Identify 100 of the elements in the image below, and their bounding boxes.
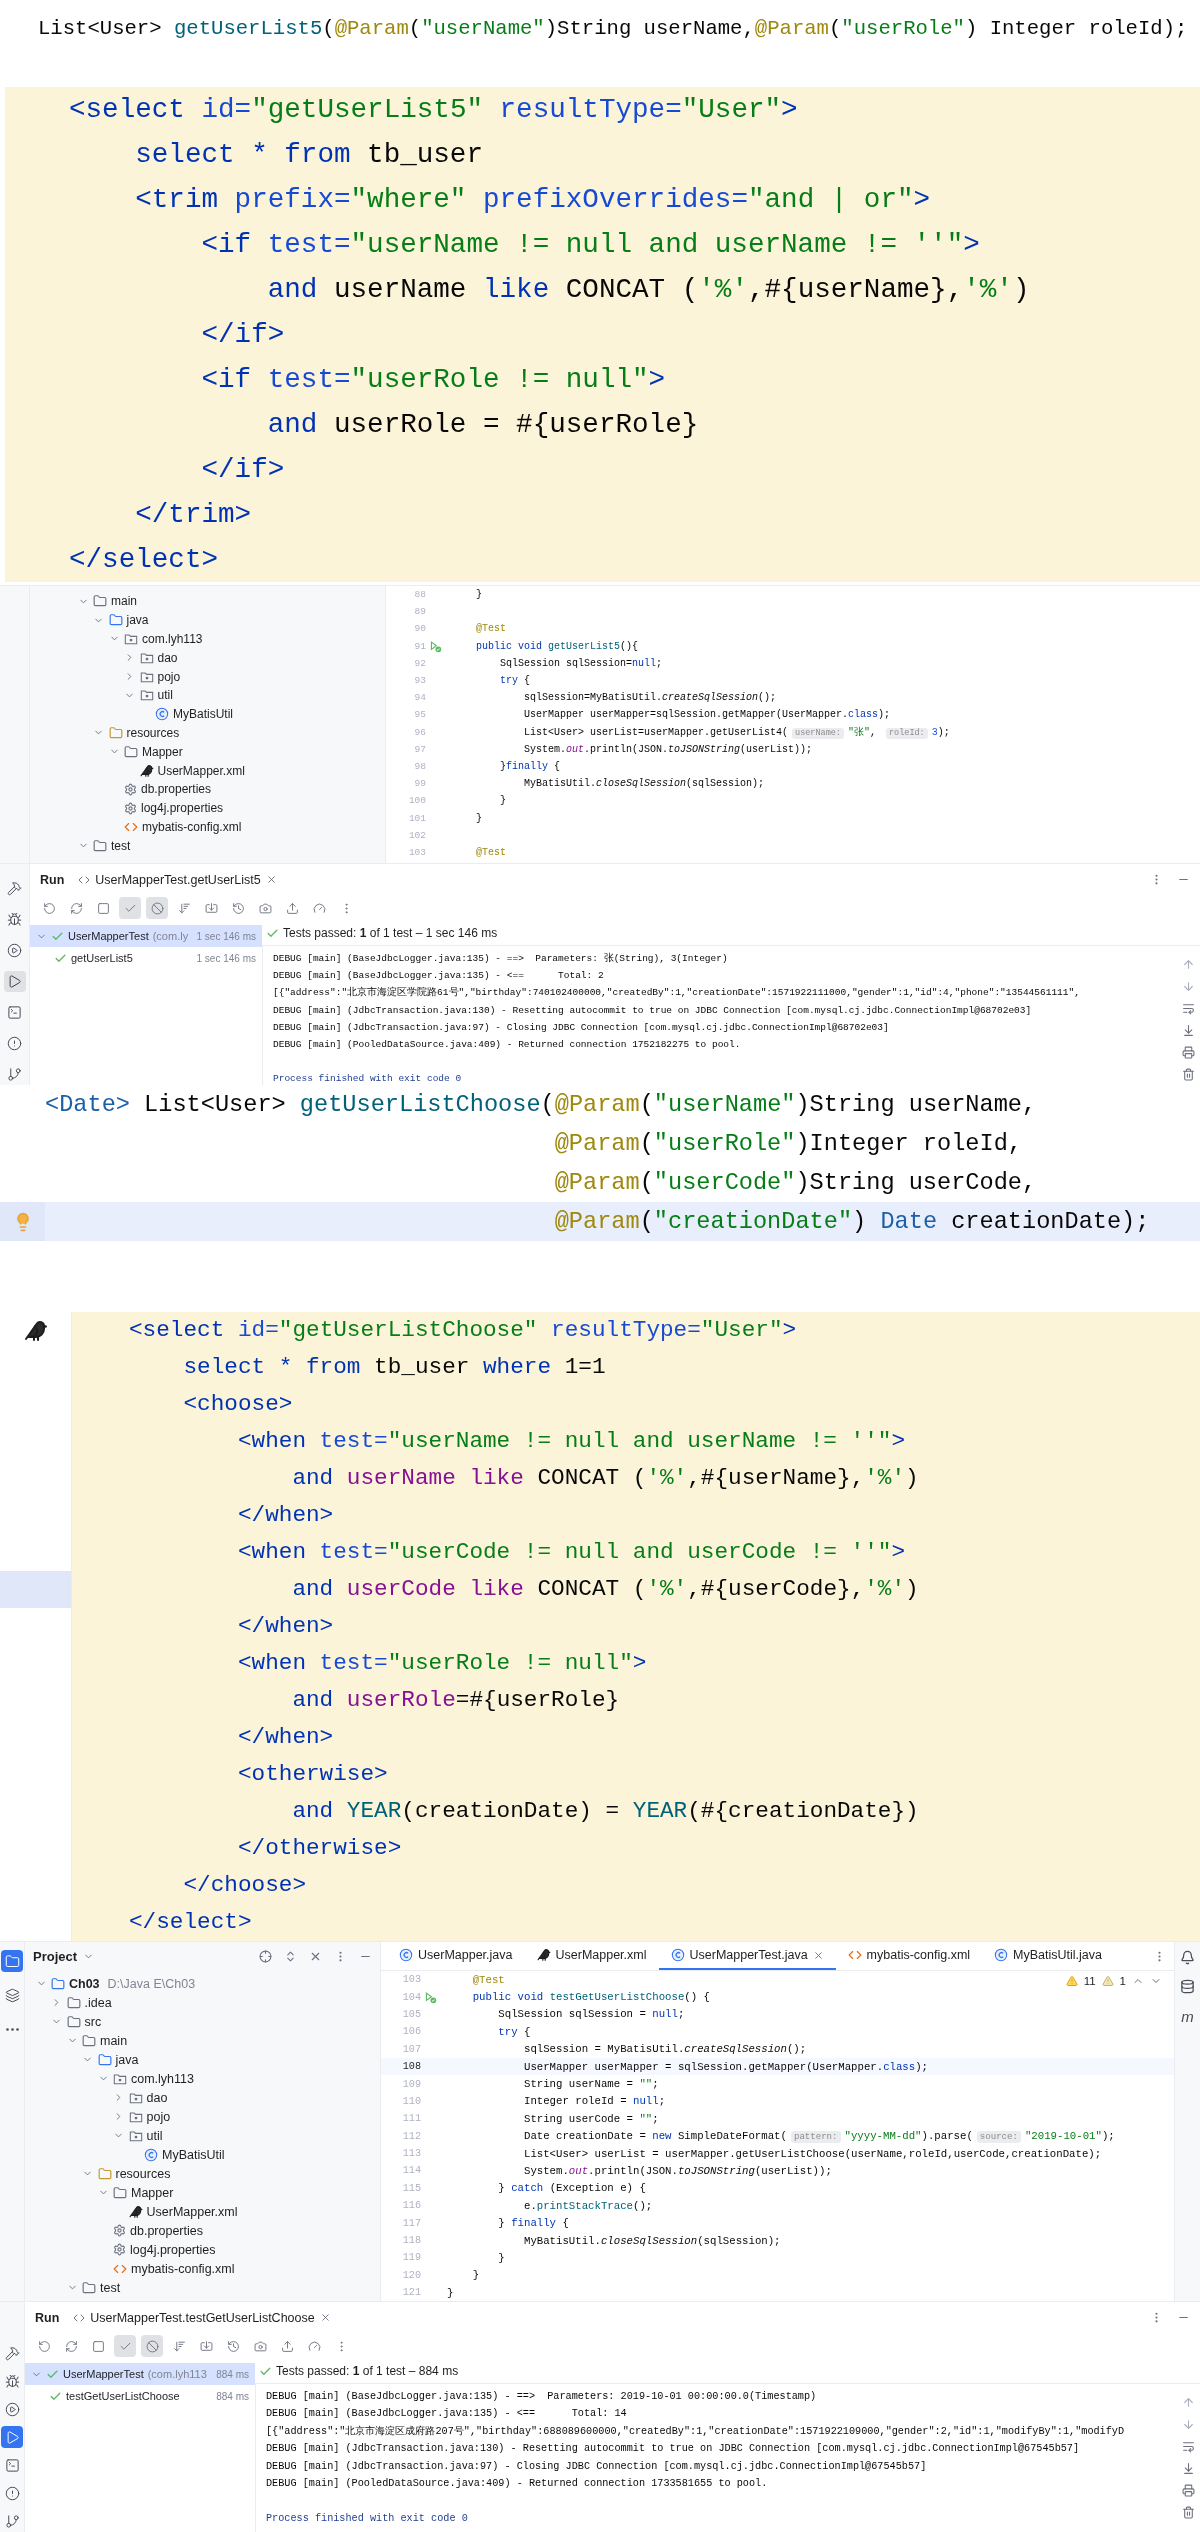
- line-number: 117: [401, 2217, 421, 2229]
- history-icon: [231, 901, 245, 915]
- tree-item-label[interactable]: MyBatisUtil: [173, 707, 233, 722]
- run-tab[interactable]: UserMapperTest.getUserList5: [78, 872, 277, 887]
- warning-count[interactable]: 1: [1119, 1975, 1126, 1987]
- tree-item-label[interactable]: test: [100, 2280, 121, 2295]
- console-line: DEBUG [main] (BaseJdbcLogger.java:135) - ==> Parameters: 2019-10-01 00:00:00.0(Timestamp): [266, 2390, 817, 2404]
- line-number: 104: [401, 1991, 421, 2003]
- camera-icon: [253, 2339, 267, 2353]
- tree-item-label[interactable]: main: [111, 594, 137, 609]
- line-number: 101: [407, 812, 426, 824]
- wrap-icon[interactable]: [1181, 1002, 1195, 1015]
- gear-icon: [124, 801, 137, 815]
- tree-item-label[interactable]: src: [84, 2014, 102, 2029]
- alert-circle-icon: [7, 1036, 22, 1051]
- tree-item-label[interactable]: mybatis-config.xml: [142, 819, 242, 834]
- tool-window-label[interactable]: m: [1181, 2008, 1194, 2025]
- console-line: Process finished with exit code 0: [266, 2511, 468, 2526]
- warning-icon[interactable]: [1101, 1975, 1114, 1987]
- tree-item-label[interactable]: pojo: [146, 2109, 171, 2124]
- tree-item-label[interactable]: java: [126, 613, 149, 628]
- code-line: System.out.println(JSON.toJSONString(userList));: [523, 743, 813, 755]
- expand-collapse-icon[interactable]: [284, 1949, 297, 1963]
- tree-item-label[interactable]: Ch03: [69, 1976, 100, 1991]
- tree-item-label[interactable]: resources: [115, 2166, 171, 2181]
- tree-item-label[interactable]: UserMapper.xml: [146, 2204, 238, 2219]
- tree-item-label[interactable]: util: [157, 688, 173, 703]
- tree-item-label[interactable]: db.properties: [130, 2223, 203, 2238]
- play-icon: [4, 2429, 20, 2445]
- tree-item-label[interactable]: java: [115, 2052, 139, 2067]
- scroll-end-icon[interactable]: [1181, 1024, 1195, 1037]
- tree-item-label[interactable]: UserMapper.xml: [157, 763, 245, 778]
- run-tab[interactable]: UserMapperTest.testGetUserListChoose: [73, 2310, 331, 2325]
- tree-item-label[interactable]: dao: [146, 2090, 168, 2105]
- close-icon[interactable]: [812, 1949, 824, 1961]
- check-button[interactable]: [114, 2335, 136, 2357]
- play-circle-icon: [7, 943, 22, 958]
- arrow-up-icon[interactable]: [1181, 958, 1195, 971]
- line-number: 96: [413, 726, 426, 738]
- tree-item-label[interactable]: Mapper: [131, 2185, 174, 2200]
- close-icon[interactable]: [265, 874, 277, 885]
- warning-icon[interactable]: [1065, 1975, 1078, 1987]
- warning-count[interactable]: 11: [1083, 1975, 1096, 1987]
- stop-icon: [96, 901, 110, 915]
- tree-item-label[interactable]: log4j.properties: [141, 801, 224, 816]
- line-number: 90: [413, 623, 426, 635]
- tree-item-label[interactable]: com.lyh113: [131, 2071, 194, 2086]
- crosshair-icon[interactable]: [259, 1949, 272, 1963]
- folder-icon: [82, 2280, 96, 2295]
- check-button[interactable]: [119, 897, 141, 919]
- tree-item-label[interactable]: dao: [157, 650, 178, 665]
- code-line: @Test: [475, 623, 506, 635]
- path-hint: D:\Java E\Ch03: [107, 1976, 196, 1991]
- sort-icon: [177, 901, 191, 915]
- database-icon[interactable]: [1180, 1979, 1195, 1994]
- print-icon[interactable]: [1181, 2484, 1195, 2497]
- line-number: 116: [401, 2200, 421, 2212]
- line-number: 108: [401, 2061, 421, 2073]
- ban-icon: [150, 901, 164, 915]
- test-result-row[interactable]: UserMapperTest (com.ly 1 sec 146 ms: [30, 925, 262, 947]
- scroll-end-icon[interactable]: [1181, 2462, 1195, 2475]
- tree-item-label[interactable]: db.properties: [141, 782, 212, 797]
- print-icon[interactable]: [1181, 1046, 1195, 1059]
- tree-item-label[interactable]: pojo: [157, 669, 181, 684]
- console-line: DEBUG [main] (JdbcTransaction.java:97) - Closing JDBC Connection [com.mysql.cj.jdbc.ConnectionImpl@67545b57]: [266, 2459, 927, 2474]
- folder-button[interactable]: [1, 1950, 23, 1972]
- panel-title[interactable]: Project: [33, 1948, 78, 1964]
- test-passed-icon[interactable]: [428, 639, 442, 653]
- test-summary: Tests passed: 1 of 1 test – 1 sec 146 ms: [283, 926, 498, 940]
- tree-item-label[interactable]: main: [100, 2033, 128, 2048]
- bell-icon[interactable]: [1180, 1950, 1195, 1965]
- tree-item-label[interactable]: MyBatisUtil: [162, 2147, 225, 2162]
- tree-item-label[interactable]: util: [146, 2128, 163, 2143]
- tree-item-label[interactable]: Mapper: [142, 744, 183, 759]
- play-button[interactable]: [1, 2426, 23, 2448]
- tree-item-label[interactable]: .idea: [84, 1995, 112, 2010]
- trash-icon[interactable]: [1181, 1068, 1195, 1081]
- line-number: 114: [401, 2165, 421, 2177]
- test-passed-icon[interactable]: [423, 1990, 437, 2004]
- trash-icon[interactable]: [1181, 2506, 1195, 2519]
- wrap-icon[interactable]: [1181, 2440, 1195, 2453]
- arrow-down-icon[interactable]: [1181, 2418, 1195, 2431]
- panel-title[interactable]: Run: [40, 872, 65, 887]
- package-hint: (com.lyh113: [147, 2368, 207, 2380]
- rerun-icon: [37, 2339, 51, 2353]
- chevron-down-icon[interactable]: [66, 2282, 78, 2293]
- tree-item-label[interactable]: com.lyh113: [142, 632, 203, 646]
- tree-item-label[interactable]: log4j.properties: [130, 2242, 216, 2257]
- close-icon[interactable]: [319, 2312, 331, 2323]
- ban-button[interactable]: [141, 2335, 163, 2357]
- ban-button[interactable]: [146, 897, 168, 919]
- tree-item-label[interactable]: mybatis-config.xml: [131, 2261, 235, 2276]
- arrow-down-icon[interactable]: [1181, 980, 1195, 993]
- test-name: UserMapperTest: [68, 930, 149, 942]
- panel-title[interactable]: Run: [35, 2310, 60, 2325]
- tree-item-label[interactable]: resources: [126, 725, 180, 740]
- arrow-up-icon[interactable]: [1181, 2396, 1195, 2409]
- tree-item-label[interactable]: test: [111, 838, 131, 853]
- test-result-row[interactable]: UserMapperTest (com.lyh113 884 ms: [25, 2363, 255, 2385]
- play-button[interactable]: [3, 971, 26, 992]
